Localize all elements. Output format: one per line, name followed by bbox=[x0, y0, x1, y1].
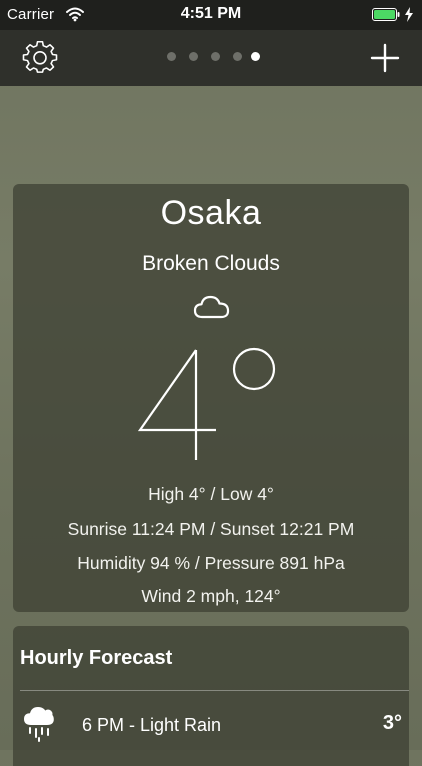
hourly-forecast-title: Hourly Forecast bbox=[20, 647, 173, 669]
humidity-pressure: Humidity 94 % / Pressure 891 hPa bbox=[77, 553, 345, 573]
city-name: Osaka bbox=[160, 194, 262, 232]
battery-icon bbox=[372, 8, 400, 21]
current-weather-card: Osaka Broken Clouds 4° High 4° / Low 4° … bbox=[13, 184, 409, 612]
page-dot-1[interactable] bbox=[167, 52, 176, 61]
hourly-divider bbox=[20, 690, 409, 691]
page-dot-4[interactable] bbox=[233, 52, 242, 61]
temperature-display: 4° bbox=[138, 347, 276, 460]
wind-info: Wind 2 mph, 124° bbox=[141, 586, 281, 606]
add-city-icon[interactable] bbox=[367, 40, 403, 76]
cloud-icon bbox=[193, 295, 230, 319]
charging-bolt-icon bbox=[405, 7, 413, 22]
page-indicator bbox=[163, 52, 263, 64]
hourly-item-label: 6 PM - Light Rain bbox=[82, 715, 222, 735]
settings-gear-icon[interactable] bbox=[22, 39, 58, 75]
hourly-forecast-card: Hourly Forecast 6 PM - Light Rain 3° bbox=[13, 626, 409, 766]
high-low-temp: High 4° / Low 4° bbox=[148, 484, 274, 504]
status-time: 4:51 PM bbox=[180, 5, 242, 22]
status-bar: Carrier 4:51 PM bbox=[0, 0, 422, 30]
rain-cloud-icon bbox=[24, 707, 54, 742]
hourly-item-temp: 3° bbox=[382, 712, 402, 734]
sunrise-sunset: Sunrise 11:24 PM / Sunset 12:21 PM bbox=[67, 519, 355, 539]
weather-condition: Broken Clouds bbox=[142, 252, 280, 275]
page-dot-3[interactable] bbox=[211, 52, 220, 61]
page-dot-2[interactable] bbox=[189, 52, 198, 61]
page-dot-5[interactable] bbox=[251, 52, 260, 61]
nav-bar bbox=[0, 30, 422, 86]
